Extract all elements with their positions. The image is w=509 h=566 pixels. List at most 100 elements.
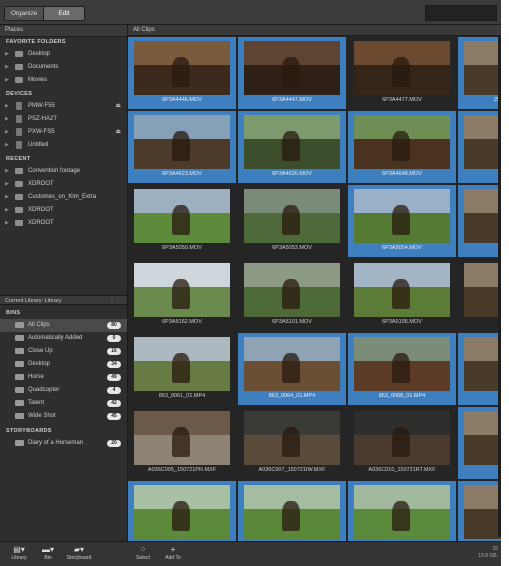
clip-thumbnail xyxy=(464,189,501,243)
clip-tile[interactable]: A036C005_150721PR.MXF xyxy=(128,407,236,479)
clip-tile[interactable]: A036C007_150721IW.MXF xyxy=(238,407,346,479)
count-badge: 42 xyxy=(107,400,121,407)
resize-grip-icon[interactable]: ⋮⋮ xyxy=(109,296,121,306)
disclosure-triangle-icon[interactable]: ▶ xyxy=(5,139,9,152)
disclosure-triangle-icon[interactable]: ▶ xyxy=(5,74,9,87)
clip-tile[interactable]: 863_0064_01.MP4 xyxy=(238,333,346,405)
bin-wide-shot[interactable]: Wide Shot 45 xyxy=(0,410,127,423)
clip-tile[interactable]: A036C010_150721RT.MXF xyxy=(348,407,456,479)
add-to-button[interactable]: + Add To xyxy=(162,545,184,561)
clip-thumbnail xyxy=(244,189,340,243)
favorite-desktop[interactable]: ▶ Desktop xyxy=(0,48,127,61)
clip-tile[interactable]: 6P3A5162.MOV xyxy=(128,259,236,331)
recent-label: Customes_on_Klm_Extra xyxy=(28,194,97,200)
tab-edit[interactable]: Edit xyxy=(43,6,85,21)
bin-talent[interactable]: Talent 42 xyxy=(0,397,127,410)
disclosure-triangle-icon[interactable]: ▶ xyxy=(5,100,9,113)
bin-automatically-added[interactable]: Automatically Added 0 xyxy=(0,332,127,345)
eject-icon[interactable]: ⏏ xyxy=(115,100,121,113)
bin-desktop[interactable]: Desktop 34 xyxy=(0,358,127,371)
library-stats: 25 19.8 GB, xyxy=(478,546,498,560)
clip-tile[interactable]: 863_0061_01.MP4 xyxy=(128,333,236,405)
clip-thumbnail xyxy=(134,189,230,243)
clip-tile-partial[interactable] xyxy=(458,259,501,331)
recent-item[interactable]: ▶ Convention footage xyxy=(0,165,127,178)
clip-tile[interactable]: 6P3A4446.MOV xyxy=(128,37,236,109)
folder-icon xyxy=(15,51,23,57)
bins-panel: BINS All Clips 80 Automatically Added 0 Cl… xyxy=(0,308,127,450)
clip-thumbnail xyxy=(244,263,340,317)
device-pmw-f55[interactable]: ▶ PMW-F55 ⏏ xyxy=(0,100,127,113)
recent-item[interactable]: ▶ XDROOT xyxy=(0,217,127,230)
recent-heading: RECENT xyxy=(6,156,31,162)
disclosure-triangle-icon[interactable]: ▶ xyxy=(5,165,9,178)
disclosure-triangle-icon[interactable]: ▶ xyxy=(5,191,9,204)
clip-tile-partial[interactable]: 25 xyxy=(458,37,501,109)
clip-tile[interactable]: 6P3A5050.MOV xyxy=(128,185,236,257)
clip-name: 6P3A4477.MOV xyxy=(382,97,422,103)
favorite-movies[interactable]: ▶ Movies xyxy=(0,74,127,87)
clip-tile-partial[interactable] xyxy=(458,111,501,183)
clip-count-text: 25 xyxy=(492,546,498,552)
clip-thumbnail xyxy=(464,263,501,317)
clip-tile-partial[interactable] xyxy=(458,333,501,405)
favorites-heading: FAVORITE FOLDERS xyxy=(6,39,66,45)
disclosure-triangle-icon[interactable]: ▶ xyxy=(5,113,9,126)
clip-tile[interactable]: 6P3A5053.MOV xyxy=(238,185,346,257)
recent-item[interactable]: ▶ Customes_on_Klm_Extra xyxy=(0,191,127,204)
tab-organize[interactable]: Organize xyxy=(4,6,44,21)
clip-name: 6P3A4626.MOV xyxy=(272,171,312,177)
recent-label: XDROOT xyxy=(28,181,54,187)
clip-tile[interactable]: 6P3A4623.MOV xyxy=(128,111,236,183)
favorite-documents[interactable]: ▶ Documents xyxy=(0,61,127,74)
clip-tile[interactable]: 6P3A4626.MOV xyxy=(238,111,346,183)
library-menu-button[interactable]: ▤▾ Library xyxy=(8,545,30,561)
eject-icon[interactable]: ⏏ xyxy=(115,126,121,139)
bin-icon xyxy=(15,400,24,406)
clip-tile[interactable] xyxy=(238,481,346,541)
disclosure-triangle-icon[interactable]: ▶ xyxy=(5,61,9,74)
clip-tile[interactable]: 6P3A4477.MOV xyxy=(348,37,456,109)
disclosure-triangle-icon[interactable]: ▶ xyxy=(5,48,9,61)
search-field[interactable] xyxy=(425,5,497,21)
clip-tile[interactable]: 6P3A4447.MOV xyxy=(238,37,346,109)
library-size-text: 19.8 GB, xyxy=(478,553,498,559)
scrollbar[interactable] xyxy=(498,37,501,537)
bin-quadcopter[interactable]: Quadcopter 4 xyxy=(0,384,127,397)
clip-tile[interactable] xyxy=(128,481,236,541)
bin-horse[interactable]: Horse 49 xyxy=(0,371,127,384)
current-library-bar[interactable]: Current Library: Library ⋮⋮ xyxy=(0,295,127,305)
storyboard-menu-button[interactable]: ▰▾ Storyboard xyxy=(64,545,94,561)
clip-tile[interactable]: 6P3A5195.MOV xyxy=(348,259,456,331)
disclosure-triangle-icon[interactable]: ▶ xyxy=(5,204,9,217)
library-label: Library xyxy=(11,555,27,561)
disclosure-triangle-icon[interactable]: ▶ xyxy=(5,217,9,230)
bins-heading: BINS xyxy=(6,310,21,316)
bin-all-clips[interactable]: All Clips 80 xyxy=(0,319,127,332)
device-untitled[interactable]: ▶ Untitled xyxy=(0,139,127,152)
device-label: Untitled xyxy=(28,142,49,148)
bin-label: Automatically Added xyxy=(28,335,83,341)
clip-tile-partial[interactable] xyxy=(458,407,501,479)
storyboard-diary-of-a-horseman[interactable]: Diary of a Horseman 20 xyxy=(0,437,127,450)
clip-tile[interactable]: 6P3A5191.MOV xyxy=(238,259,346,331)
disclosure-triangle-icon[interactable]: ▶ xyxy=(5,126,9,139)
clip-tile[interactable] xyxy=(348,481,456,541)
recent-item[interactable]: ▶ XDROOT xyxy=(0,178,127,191)
bin-close-up[interactable]: Close Up 16 xyxy=(0,345,127,358)
clip-tile-partial[interactable] xyxy=(458,185,501,257)
bin-menu-button[interactable]: ▬▾ Bin xyxy=(38,545,58,561)
bin-icon xyxy=(15,413,24,419)
clip-name: 6P3A4623.MOV xyxy=(162,171,202,177)
storyboard-icon xyxy=(15,440,24,446)
clip-tile[interactable]: 863_0068_01.MP4 xyxy=(348,333,456,405)
recent-item[interactable]: ▶ XDROOT xyxy=(0,204,127,217)
clip-tile-partial[interactable] xyxy=(458,481,501,541)
device-pxw-fs5[interactable]: ▶ PXW-FS5 ⏏ xyxy=(0,126,127,139)
all-clips-header: All Clips xyxy=(128,25,501,36)
device-psz-ha2t[interactable]: ▶ PSZ-HA2T xyxy=(0,113,127,126)
clip-tile[interactable]: 6P3A4648.MOV xyxy=(348,111,456,183)
select-button[interactable]: ⁘ Select xyxy=(133,545,153,561)
disclosure-triangle-icon[interactable]: ▶ xyxy=(5,178,9,191)
clip-tile[interactable]: 6P3A5054.MOV xyxy=(348,185,456,257)
